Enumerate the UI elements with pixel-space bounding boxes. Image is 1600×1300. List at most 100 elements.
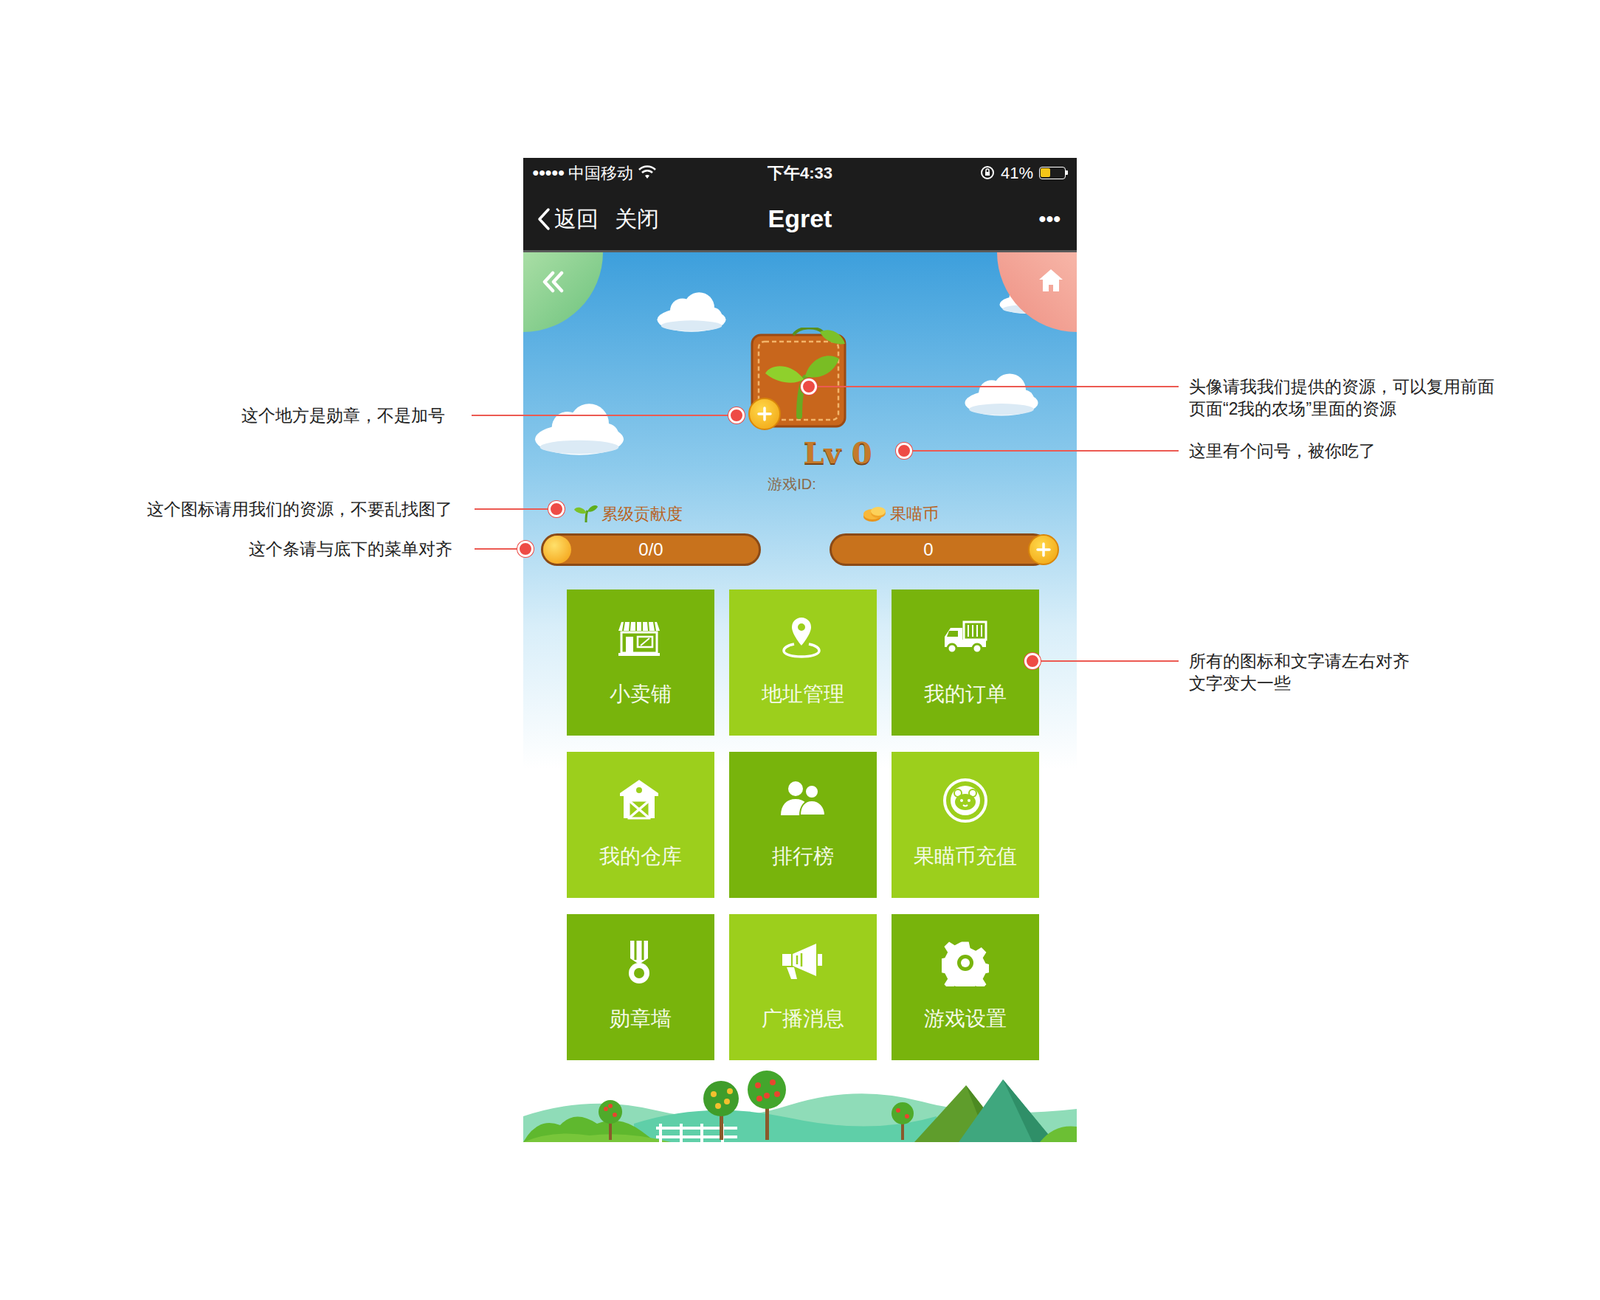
battery-icon — [1039, 166, 1068, 180]
annotation-line: 所有的图标和文字请左右对齐 — [1188, 650, 1410, 673]
stat-block: 果喵币 0 — [829, 503, 1050, 567]
home-icon — [1036, 267, 1065, 294]
home-corner-button[interactable] — [997, 252, 1077, 333]
menu-label[interactable]: 地址管理 — [761, 681, 845, 708]
annotation-dot — [728, 407, 745, 424]
bear-coin-icon — [941, 777, 989, 825]
annotation-leader — [471, 414, 737, 417]
annotation-note: 这里有个问号，被你吃了 — [1188, 439, 1376, 462]
menu-label[interactable]: 我的订单 — [923, 681, 1007, 708]
annotation-line: 这个条请与底下的菜单对齐 — [248, 538, 453, 561]
stat-value: 0/0 — [638, 536, 663, 564]
back-button[interactable]: 返回 — [536, 202, 599, 236]
annotation-line: 这个地方是勋章，不是加号 — [241, 404, 446, 427]
orientation-lock-icon — [980, 165, 995, 181]
status-bar: ●●●●●中国移动 下午4:33 41% — [523, 157, 1077, 188]
stat-bar: 0/0 — [540, 533, 761, 567]
cloud-icon — [653, 289, 730, 336]
menu-label[interactable]: 果瞄币充值 — [913, 843, 1017, 871]
game-id: 游戏ID: — [767, 475, 817, 493]
avatar[interactable] — [749, 327, 851, 430]
sprout-icon — [573, 504, 599, 524]
people-icon — [779, 777, 827, 825]
nav-left: 返回关闭 — [536, 202, 713, 236]
gear-icon — [941, 939, 989, 987]
clock: 下午4:33 — [767, 160, 833, 186]
nav-right: ••• — [887, 203, 1064, 235]
battery-fill — [1040, 168, 1051, 178]
menu-tile[interactable]: 勋章墙 — [566, 914, 715, 1061]
medal-badge[interactable] — [748, 397, 781, 431]
menu-tile[interactable]: 地址管理 — [729, 589, 877, 736]
megaphone-icon — [779, 939, 827, 987]
annotation-line: 头像请我我们提供的资源，可以复用前面 — [1188, 375, 1495, 398]
phone-screen: ●●●●●中国移动 下午4:33 41%返回关闭Egret••• Lv 0 游戏ID: 累… — [523, 157, 1077, 1143]
coin-icon — [861, 504, 888, 524]
menu-label[interactable]: 游戏设置 — [923, 1005, 1007, 1033]
menu-tile[interactable]: 小卖铺 — [566, 589, 715, 736]
annotation-leader — [808, 385, 1179, 388]
menu-tile[interactable]: 果瞄币充值 — [891, 752, 1040, 899]
recharge-button[interactable] — [1028, 534, 1060, 566]
annotation-line: 这里有个问号，被你吃了 — [1188, 439, 1376, 462]
annotation-dot — [1024, 653, 1041, 670]
stats-row: 累级贡献度 0/0 果喵币 0 — [523, 503, 1077, 567]
menu-tile[interactable]: 广播消息 — [729, 914, 877, 1061]
wifi-icon — [637, 165, 657, 181]
battery-track — [1039, 166, 1066, 180]
annotation-note: 这个条请与底下的菜单对齐 — [248, 538, 453, 561]
stat-label: 果喵币 — [890, 501, 939, 527]
menu-label[interactable]: 小卖铺 — [609, 681, 672, 708]
more-button[interactable]: ••• — [1039, 203, 1064, 235]
nav-bar: 返回关闭Egret••• — [523, 187, 1077, 253]
close-button[interactable]: 关闭 — [614, 202, 660, 236]
annotation-note: 头像请我我们提供的资源，可以复用前面页面“2我的农场”里面的资源 — [1188, 375, 1495, 420]
stat-label: 累级贡献度 — [601, 501, 683, 527]
plus-icon — [756, 405, 773, 423]
menu-tile[interactable]: 排行榜 — [729, 752, 877, 899]
battery-tip — [1065, 170, 1068, 175]
back-corner-button[interactable] — [523, 252, 603, 333]
farm-landscape-icon — [523, 1064, 1077, 1143]
annotation-line: 页面“2我的农场”里面的资源 — [1188, 397, 1397, 420]
annotation-note: 所有的图标和文字请左右对齐文字变大一些 — [1188, 650, 1410, 695]
delivery-truck-icon — [941, 614, 989, 662]
stat-bar: 0 — [829, 533, 1050, 567]
stat-label-row: 累级贡献度 — [540, 503, 761, 524]
cloud-icon — [523, 400, 643, 460]
back-chevron-icon — [536, 207, 552, 231]
annotation-dot — [800, 378, 817, 395]
menu-label[interactable]: 排行榜 — [771, 843, 834, 871]
back-label[interactable]: 返回 — [554, 202, 599, 236]
store-icon — [616, 614, 665, 662]
annotation-dot — [517, 540, 534, 558]
plus-icon — [1035, 541, 1052, 558]
annotation-note: 这个地方是勋章，不是加号 — [241, 404, 446, 427]
menu-label[interactable]: 广播消息 — [761, 1005, 845, 1033]
stat-value: 0 — [923, 536, 955, 564]
battery-percent: 41% — [1000, 160, 1034, 186]
annotation-line: 这个图标请用我们的资源，不要乱找图了 — [146, 498, 453, 521]
menu-tile[interactable]: 我的订单 — [891, 589, 1040, 736]
stat-label-row: 果喵币 — [829, 503, 1050, 524]
menu-label[interactable]: 我的仓库 — [599, 843, 682, 871]
annotation-note: 这个图标请用我们的资源，不要乱找图了 — [146, 498, 453, 521]
menu-tile[interactable]: 游戏设置 — [891, 914, 1040, 1061]
annotation-line: 文字变大一些 — [1188, 672, 1291, 695]
player-level: Lv 0 — [802, 438, 872, 468]
double-chevron-icon — [539, 268, 567, 296]
annotation-dot — [548, 501, 565, 518]
stat-bar-fill — [543, 535, 572, 564]
annotation-leader — [474, 508, 557, 510]
game-id-row: 游戏ID: — [523, 475, 1077, 493]
menu-label[interactable]: 勋章墙 — [609, 1005, 672, 1033]
status-right: 41% — [890, 160, 1068, 186]
status-left: ●●●●●中国移动 — [532, 160, 710, 186]
cloud-icon — [958, 370, 1045, 420]
barn-icon — [616, 777, 665, 825]
annotation-leader — [1032, 660, 1179, 662]
menu-tile[interactable]: 我的仓库 — [566, 752, 715, 899]
location-pin-icon — [779, 614, 827, 662]
annotation-leader — [904, 450, 1179, 452]
stat-block: 累级贡献度 0/0 — [540, 503, 761, 567]
